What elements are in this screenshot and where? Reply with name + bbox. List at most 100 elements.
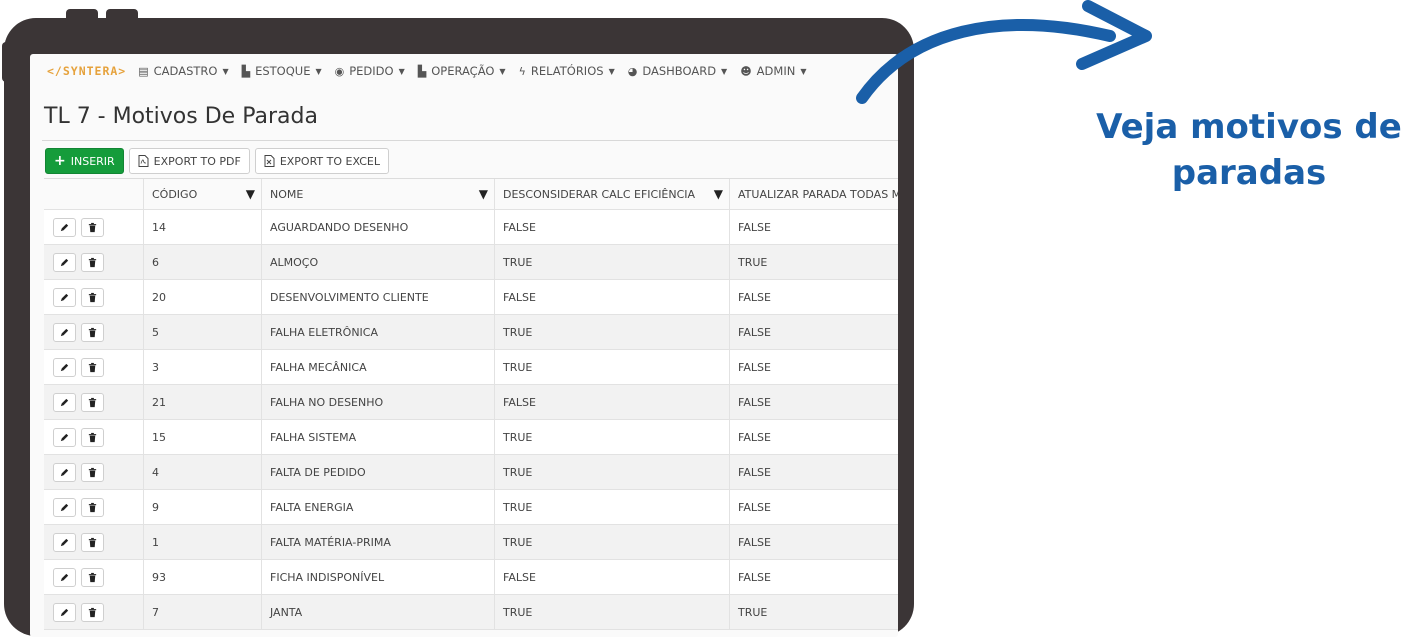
table-row[interactable]: 20 DESENVOLVIMENTO CLIENTE FALSE FALSE <box>44 280 898 315</box>
cell-codigo: 93 <box>144 560 262 594</box>
edit-button[interactable] <box>53 217 76 237</box>
cell-desconsiderar: TRUE <box>495 490 730 524</box>
caret-down-icon: ▼ <box>222 66 229 76</box>
table-row[interactable]: 14 AGUARDANDO DESENHO FALSE FALSE <box>44 210 898 245</box>
edit-button[interactable] <box>53 567 76 587</box>
cell-atualizar: FALSE <box>738 220 771 234</box>
cell-desconsiderar: TRUE <box>495 315 730 349</box>
column-header-label: ATUALIZAR PARADA TODAS M <box>738 187 898 201</box>
edit-button[interactable] <box>53 602 76 622</box>
cell-desconsiderar: TRUE <box>495 420 730 454</box>
nav-dashboard[interactable]: ◕ DASHBOARD ▼ <box>628 64 727 78</box>
edit-button[interactable] <box>53 427 76 447</box>
nav-operacao[interactable]: ▙ OPERAÇÃO ▼ <box>418 64 506 78</box>
column-header-nome[interactable]: NOME ▼ <box>262 179 495 209</box>
nav-pedido[interactable]: ◉ PEDIDO ▼ <box>335 64 405 78</box>
nav-estoque[interactable]: ▙ ESTOQUE ▼ <box>242 64 322 78</box>
export-pdf-button[interactable]: EXPORT TO PDF <box>128 148 250 174</box>
area-chart-icon: ▙ <box>241 64 251 78</box>
trash-icon <box>87 292 98 303</box>
delete-button[interactable] <box>81 287 104 307</box>
pencil-icon <box>59 222 70 233</box>
edit-button[interactable] <box>53 322 76 342</box>
column-header-codigo[interactable]: CÓDIGO ▼ <box>144 179 262 209</box>
column-header-atualizar[interactable]: ATUALIZAR PARADA TODAS M <box>730 179 898 209</box>
trash-icon <box>87 222 98 233</box>
column-header-label: NOME <box>270 187 304 201</box>
insert-button[interactable]: + INSERIR <box>45 148 124 174</box>
row-actions <box>44 420 144 454</box>
users-icon: ☻ <box>740 64 752 78</box>
table-row[interactable]: 7 JANTA TRUE TRUE <box>44 595 898 630</box>
delete-button[interactable] <box>81 392 104 412</box>
delete-button[interactable] <box>81 217 104 237</box>
cell-desconsiderar: FALSE <box>495 210 730 244</box>
delete-button[interactable] <box>81 427 104 447</box>
nav-label: CADASTRO <box>153 64 218 78</box>
table-row[interactable]: 21 FALHA NO DESENHO FALSE FALSE <box>44 385 898 420</box>
edit-button[interactable] <box>53 462 76 482</box>
cell-codigo: 1 <box>144 525 262 559</box>
edit-button[interactable] <box>53 287 76 307</box>
filter-icon[interactable]: ▼ <box>246 187 255 201</box>
grid-header-row: CÓDIGO ▼ NOME ▼ DESCONSIDERAR CALC EFICI… <box>44 179 898 210</box>
delete-button[interactable] <box>81 497 104 517</box>
app-logo[interactable]: </SYNTERA> <box>47 64 126 78</box>
table-row[interactable]: 5 FALHA ELETRÔNICA TRUE FALSE <box>44 315 898 350</box>
table-row[interactable]: 6 ALMOÇO TRUE TRUE <box>44 245 898 280</box>
cell-atualizar: FALSE <box>738 500 771 514</box>
cell-nome: FALHA NO DESENHO <box>262 385 495 419</box>
cell-atualizar: FALSE <box>738 430 771 444</box>
edit-button[interactable] <box>53 357 76 377</box>
delete-button[interactable] <box>81 322 104 342</box>
grid-body: 14 AGUARDANDO DESENHO FALSE FALSE 6 ALMOÇO TRU… <box>44 210 898 630</box>
table-row[interactable]: 1 FALTA MATÉRIA-PRIMA TRUE FALSE <box>44 525 898 560</box>
delete-button[interactable] <box>81 532 104 552</box>
caret-down-icon: ▼ <box>398 66 405 76</box>
pencil-icon <box>59 467 70 478</box>
dashboard-icon: ◕ <box>627 64 638 78</box>
row-actions <box>44 210 144 244</box>
row-actions <box>44 560 144 594</box>
grid-toolbar: + INSERIR EXPORT TO PDF EXPORT TO EXCEL <box>30 145 898 177</box>
table-row[interactable]: 15 FALHA SISTEMA TRUE FALSE <box>44 420 898 455</box>
nav-relatorios[interactable]: ϟ RELATÓRIOS ▼ <box>519 64 615 78</box>
cell-desconsiderar: TRUE <box>495 595 730 629</box>
insert-label: INSERIR <box>70 154 115 168</box>
column-header-desconsiderar[interactable]: DESCONSIDERAR CALC EFICIÊNCIA ▼ <box>495 179 730 209</box>
nav-admin[interactable]: ☻ ADMIN ▼ <box>740 64 806 78</box>
cell-codigo: 21 <box>144 385 262 419</box>
delete-button[interactable] <box>81 252 104 272</box>
delete-button[interactable] <box>81 357 104 377</box>
delete-button[interactable] <box>81 567 104 587</box>
pencil-icon <box>59 432 70 443</box>
id-card-icon: ▤ <box>138 64 149 78</box>
nav-label: ESTOQUE <box>255 64 311 78</box>
filter-icon[interactable]: ▼ <box>479 187 488 201</box>
pencil-icon <box>59 537 70 548</box>
delete-button[interactable] <box>81 462 104 482</box>
cell-nome: FICHA INDISPONÍVEL <box>262 560 495 594</box>
edit-button[interactable] <box>53 497 76 517</box>
cell-nome: FALTA DE PEDIDO <box>262 455 495 489</box>
table-row[interactable]: 93 FICHA INDISPONÍVEL FALSE FALSE <box>44 560 898 595</box>
edit-button[interactable] <box>53 252 76 272</box>
actions-header <box>44 179 144 209</box>
annotation-line-1: Veja motivos de <box>1096 107 1402 147</box>
nav-cadastro[interactable]: ▤ CADASTRO ▼ <box>138 64 228 78</box>
export-excel-button[interactable]: EXPORT TO EXCEL <box>254 148 389 174</box>
table-row[interactable]: 9 FALTA ENERGIA TRUE FALSE <box>44 490 898 525</box>
row-actions <box>44 350 144 384</box>
filter-icon[interactable]: ▼ <box>714 187 723 201</box>
edit-button[interactable] <box>53 392 76 412</box>
edit-button[interactable] <box>53 532 76 552</box>
row-actions <box>44 455 144 489</box>
row-actions <box>44 245 144 279</box>
cell-atualizar: FALSE <box>738 360 771 374</box>
delete-button[interactable] <box>81 602 104 622</box>
caret-down-icon: ▼ <box>499 66 506 76</box>
table-row[interactable]: 3 FALHA MECÂNICA TRUE FALSE <box>44 350 898 385</box>
nav-label: OPERAÇÃO <box>431 64 495 78</box>
table-row[interactable]: 4 FALTA DE PEDIDO TRUE FALSE <box>44 455 898 490</box>
trash-icon <box>87 502 98 513</box>
